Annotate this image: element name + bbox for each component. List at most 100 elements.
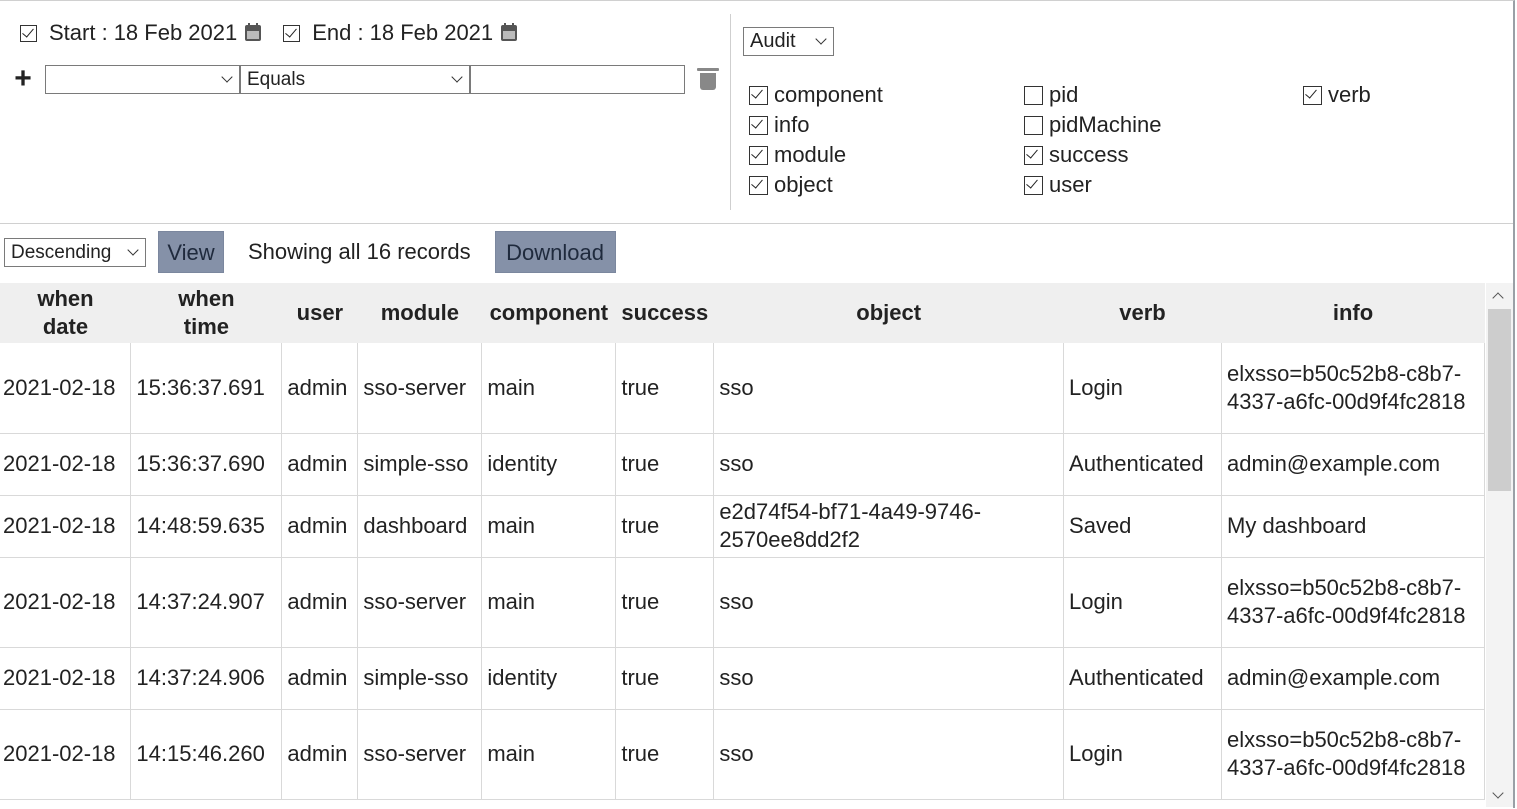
column-header-when-time[interactable]: when time bbox=[130, 283, 282, 343]
table-row[interactable]: 2021-02-18 14:37:24.906 admin simple-sso ide… bbox=[0, 647, 1485, 710]
vertical-divider bbox=[730, 14, 731, 210]
table-row[interactable]: 2021-02-18 14:37:24.907 admin sso-server mai… bbox=[0, 557, 1485, 648]
field-label: object bbox=[774, 172, 833, 197]
field-checkbox[interactable] bbox=[749, 115, 768, 135]
filter-field-select[interactable] bbox=[45, 64, 240, 94]
field-checkbox[interactable] bbox=[1024, 85, 1043, 105]
column-header-when-date[interactable]: when date bbox=[0, 283, 131, 343]
cell-verb: Authenticated bbox=[1063, 433, 1222, 496]
field-checkbox[interactable] bbox=[1303, 85, 1322, 105]
scroll-down-icon[interactable] bbox=[1492, 787, 1504, 799]
chevron-down-icon bbox=[127, 243, 139, 256]
scroll-thumb[interactable] bbox=[1488, 309, 1511, 491]
field-checkbox[interactable] bbox=[1024, 115, 1043, 135]
cell-info: admin@example.com bbox=[1221, 647, 1485, 710]
cell-object: sso bbox=[713, 647, 1065, 710]
cell-date: 2021-02-18 bbox=[0, 557, 132, 648]
cell-success: true bbox=[615, 495, 715, 558]
cell-component: identity bbox=[481, 647, 617, 710]
cell-component: main bbox=[481, 709, 617, 800]
end-date-checkbox[interactable] bbox=[283, 24, 301, 42]
field-checkbox[interactable] bbox=[1024, 175, 1043, 195]
end-date-label: End : bbox=[312, 20, 364, 45]
add-filter-icon[interactable]: + bbox=[8, 64, 38, 94]
field-success[interactable]: success bbox=[1024, 142, 1128, 168]
cell-user: admin bbox=[281, 343, 359, 434]
sort-order-value: Descending bbox=[11, 241, 112, 263]
column-header-object[interactable]: object bbox=[713, 283, 1064, 343]
column-header-success[interactable]: success bbox=[615, 283, 714, 343]
cell-user: admin bbox=[281, 647, 359, 710]
header-row: when date when time user module component … bbox=[0, 283, 1485, 343]
cell-time: 15:36:37.690 bbox=[130, 433, 283, 496]
end-date-value[interactable]: 18 Feb 2021 bbox=[370, 20, 494, 46]
field-checkbox[interactable] bbox=[749, 175, 768, 195]
cell-success: true bbox=[615, 557, 715, 648]
cell-date: 2021-02-18 bbox=[0, 647, 132, 710]
cell-verb: Login bbox=[1063, 709, 1222, 800]
end-date-group: End : 18 Feb 2021 bbox=[283, 20, 518, 46]
field-pid[interactable]: pid bbox=[1024, 82, 1078, 108]
field-user[interactable]: user bbox=[1024, 172, 1092, 198]
download-button[interactable]: Download bbox=[494, 231, 616, 273]
records-count: Showing all 16 records bbox=[248, 239, 471, 264]
cell-success: true bbox=[615, 433, 715, 496]
filter-value-input[interactable] bbox=[470, 64, 685, 94]
cell-object: sso bbox=[713, 343, 1065, 434]
field-checkbox[interactable] bbox=[1024, 145, 1043, 165]
field-object[interactable]: object bbox=[749, 172, 833, 198]
cell-object: sso bbox=[713, 557, 1065, 648]
cell-info: elxsso=b50c52b8-c8b7-4337-a6fc-00d9f4fc2… bbox=[1221, 557, 1485, 648]
cell-object: sso bbox=[713, 433, 1065, 496]
field-component[interactable]: component bbox=[749, 82, 883, 108]
table-row[interactable]: 2021-02-18 15:36:37.690 admin simple-sso ide… bbox=[0, 433, 1485, 496]
start-date-value[interactable]: 18 Feb 2021 bbox=[114, 20, 238, 46]
header-line: when bbox=[178, 286, 235, 311]
audit-table: when date when time user module component … bbox=[0, 283, 1485, 800]
column-header-module[interactable]: module bbox=[357, 283, 482, 343]
filter-operator-select[interactable]: Equals bbox=[240, 64, 470, 94]
cell-component: identity bbox=[481, 433, 617, 496]
field-label: verb bbox=[1328, 82, 1371, 107]
sort-order-select[interactable]: Descending bbox=[4, 237, 146, 267]
field-verb[interactable]: verb bbox=[1303, 82, 1371, 108]
field-module[interactable]: module bbox=[749, 142, 846, 168]
table-scrollbar[interactable] bbox=[1486, 283, 1513, 807]
chevron-down-icon bbox=[451, 70, 463, 83]
table-row[interactable]: 2021-02-18 14:15:46.260 admin sso-server mai… bbox=[0, 709, 1485, 800]
trash-can bbox=[700, 73, 716, 90]
column-header-user[interactable]: user bbox=[281, 283, 358, 343]
calendar-icon[interactable] bbox=[501, 23, 518, 41]
cell-user: admin bbox=[281, 557, 359, 648]
cell-user: admin bbox=[281, 709, 359, 800]
column-header-component[interactable]: component bbox=[481, 283, 616, 343]
cell-verb: Login bbox=[1063, 557, 1222, 648]
table-row[interactable]: 2021-02-18 15:36:37.691 admin sso-server mai… bbox=[0, 343, 1485, 434]
filter-row: + Equals bbox=[8, 64, 719, 94]
view-button[interactable]: View bbox=[158, 231, 224, 273]
cell-module: dashboard bbox=[357, 495, 483, 558]
field-info[interactable]: info bbox=[749, 112, 809, 138]
trash-icon[interactable] bbox=[697, 68, 719, 90]
table-row[interactable]: 2021-02-18 14:48:59.635 admin dashboard main… bbox=[0, 495, 1485, 558]
field-pidmachine[interactable]: pidMachine bbox=[1024, 112, 1162, 138]
field-checkbox[interactable] bbox=[749, 85, 768, 105]
start-date-label: Start : bbox=[49, 20, 108, 45]
column-header-verb[interactable]: verb bbox=[1063, 283, 1222, 343]
cell-time: 14:48:59.635 bbox=[130, 495, 283, 558]
filter-operator-value: Equals bbox=[247, 68, 306, 90]
start-date-checkbox[interactable] bbox=[20, 24, 37, 42]
date-range: Start : 18 Feb 2021 End : 18 Feb 2021 bbox=[20, 20, 539, 46]
cell-verb: Saved bbox=[1063, 495, 1222, 558]
cell-info: elxsso=b50c52b8-c8b7-4337-a6fc-00d9f4fc2… bbox=[1221, 343, 1485, 434]
calendar-icon[interactable] bbox=[245, 23, 262, 41]
log-type-select[interactable]: Audit bbox=[743, 27, 834, 56]
cell-time: 14:37:24.907 bbox=[130, 557, 283, 648]
table-body: 2021-02-18 15:36:37.691 admin sso-server mai… bbox=[0, 343, 1485, 800]
column-header-info[interactable]: info bbox=[1221, 283, 1485, 343]
field-checkbox[interactable] bbox=[749, 145, 768, 165]
cell-info: elxsso=b50c52b8-c8b7-4337-a6fc-00d9f4fc2… bbox=[1221, 709, 1485, 800]
chevron-down-icon bbox=[221, 70, 233, 83]
scroll-up-icon[interactable] bbox=[1492, 292, 1504, 304]
cell-user: admin bbox=[281, 495, 359, 558]
